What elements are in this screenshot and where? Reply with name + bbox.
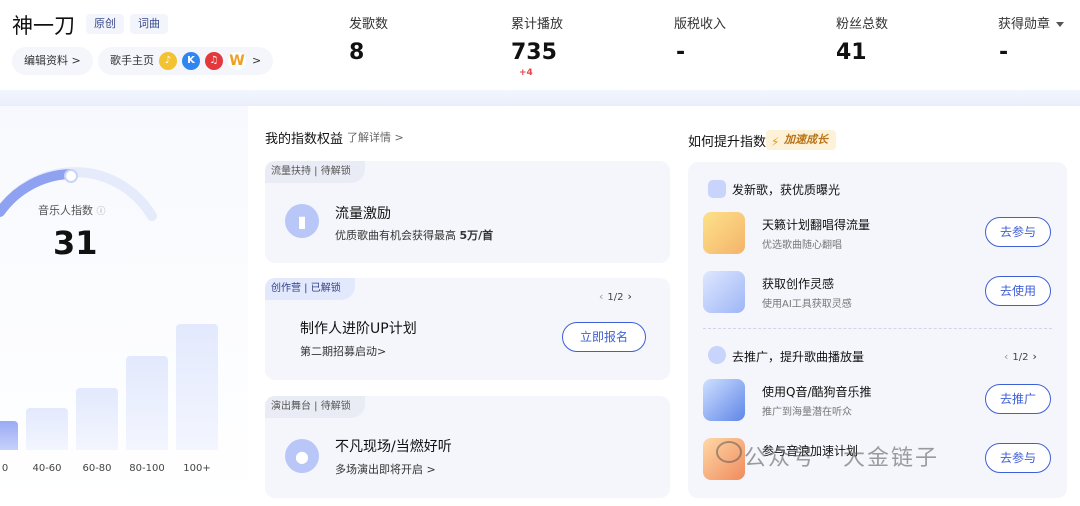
- kugou-icon[interactable]: K: [182, 52, 200, 70]
- lightning-icon: ⚡: [771, 135, 780, 149]
- benefit-card-stage[interactable]: 演出舞台 | 待解锁 ● 不凡现场/当燃好听 多场演出即将开启 >: [265, 396, 670, 498]
- benefit-card-sub[interactable]: 第二期招募启动>: [300, 343, 386, 359]
- benefit-card-sub: 多场演出即将开启 >: [335, 463, 436, 476]
- boost-badge: ⚡ 加速成长: [766, 130, 836, 150]
- watermark: 公众号 · 大金链子: [716, 440, 939, 472]
- index-bar-0: [0, 421, 18, 450]
- stat-medals-dropdown[interactable]: 获得勋章: [998, 13, 1065, 32]
- group-promote-title: 去推广，提升歌曲播放量: [732, 350, 865, 364]
- task-title: 使用Q音/酷狗音乐推: [762, 385, 872, 399]
- stat-plays-value: 735: [511, 40, 557, 65]
- promote-button[interactable]: 去推广: [985, 384, 1051, 414]
- stat-medals-label: 获得勋章: [998, 17, 1051, 32]
- singer-home-links: 歌手主页 ♪ K ♫ W >: [98, 47, 274, 75]
- use-button[interactable]: 去使用: [985, 276, 1051, 306]
- musician-index-panel: 音乐人指数 ⓘ 31 0 40-60 60-80 80-100 100+: [0, 106, 248, 506]
- index-label-wrap: 音乐人指数 ⓘ: [38, 202, 106, 218]
- index-bar-label: 80-100: [129, 463, 165, 474]
- wechat-icon: [716, 441, 742, 463]
- tag-lyrics: 词曲: [130, 14, 168, 34]
- task-sub: 推广到海量潜在听众: [762, 407, 852, 418]
- ai-tool-thumb: [703, 271, 745, 313]
- task-title: 获取创作灵感: [762, 277, 835, 291]
- stat-medals-value: -: [999, 40, 1009, 65]
- task-sub: 使用AI工具获取灵感: [762, 299, 852, 310]
- chevron-right-icon[interactable]: ›: [1033, 350, 1037, 363]
- username: 神一刀: [12, 14, 75, 38]
- index-bar-4: [176, 324, 218, 450]
- index-bar-1: [26, 408, 68, 450]
- benefit-card-title: 不凡现场/当燃好听: [335, 439, 452, 455]
- benefit-card-tag: 演出舞台 | 待解锁: [265, 396, 365, 418]
- chevron-right-icon[interactable]: ›: [628, 290, 632, 303]
- index-bar-label: 100+: [183, 463, 211, 474]
- question-icon[interactable]: ⓘ: [97, 207, 106, 217]
- stat-fans-label: 粉丝总数: [836, 17, 889, 32]
- index-bar-2: [76, 388, 118, 450]
- benefit-card-title: 制作人进阶UP计划: [300, 321, 417, 337]
- stat-songs-value: 8: [349, 40, 365, 65]
- benefit-card-sub: 优质歌曲有机会获得最高 5万/首: [335, 229, 494, 242]
- edit-profile-label: 编辑资料 >: [24, 54, 81, 67]
- benefit-card-tag: 流量扶持 | 待解锁: [265, 161, 365, 183]
- group-new-song-title: 发新歌，获优质曝光: [732, 183, 841, 197]
- stat-royalty-value: -: [676, 40, 686, 65]
- stat-plays-delta: +4: [519, 68, 533, 78]
- task-sub: 优选歌曲随心翻唱: [762, 240, 842, 251]
- chevron-left-icon[interactable]: ‹: [599, 290, 603, 303]
- promote-icon: [708, 346, 726, 364]
- stat-royalty-label: 版税收入: [674, 17, 727, 32]
- cover-thumb: [703, 212, 745, 254]
- benefits-more-link[interactable]: 了解详情 >: [347, 129, 404, 145]
- singer-home-label: 歌手主页: [110, 54, 154, 67]
- index-bar-label: 40-60: [32, 463, 62, 474]
- mic-icon: ●: [285, 439, 319, 473]
- new-song-icon: [708, 180, 726, 198]
- camp-pager: ‹ 1/2 ›: [599, 290, 632, 303]
- index-bar-3: [126, 356, 168, 450]
- index-value: 31: [53, 224, 98, 262]
- qq-music-icon[interactable]: ♪: [159, 52, 177, 70]
- chevron-left-icon[interactable]: ‹: [1004, 350, 1008, 363]
- benefit-card-camp[interactable]: 创作营 | 已解锁 ‹ 1/2 › 制作人进阶UP计划 第二期招募启动> 立即报名: [265, 278, 670, 380]
- stat-songs-label: 发歌数: [349, 17, 389, 32]
- index-gauge: [0, 167, 157, 221]
- header: 神一刀 原创 词曲 编辑资料 > 歌手主页 ♪ K ♫ W > 发歌数 8 累计…: [0, 0, 1080, 96]
- wesing-icon[interactable]: W: [228, 52, 246, 70]
- stat-fans-value: 41: [836, 40, 867, 65]
- benefit-card-tag: 创作营 | 已解锁: [265, 278, 355, 300]
- benefit-card-title: 流量激励: [335, 206, 391, 222]
- benefit-card-traffic[interactable]: 流量扶持 | 待解锁 ▮ 流量激励 优质歌曲有机会获得最高 5万/首: [265, 161, 670, 263]
- benefits-title: 我的指数权益: [265, 132, 344, 147]
- tag-original: 原创: [86, 14, 124, 34]
- header-divider: [0, 90, 1080, 106]
- join-button[interactable]: 去参与: [985, 217, 1051, 247]
- index-label: 音乐人指数: [38, 204, 93, 217]
- promote-thumb: [703, 379, 745, 421]
- divider: [703, 328, 1052, 329]
- chevron-down-icon: [1056, 22, 1065, 27]
- stat-plays-label: 累计播放: [511, 17, 564, 32]
- task-title: 天籁计划翻唱得流量: [762, 218, 871, 232]
- singer-home-arrow[interactable]: >: [252, 47, 261, 75]
- index-bar-label: 60-80: [82, 463, 112, 474]
- kuwo-icon[interactable]: ♫: [205, 52, 223, 70]
- edit-profile-button[interactable]: 编辑资料 >: [12, 47, 93, 75]
- join-button[interactable]: 去参与: [985, 443, 1051, 473]
- chart-bars-icon: ▮: [285, 204, 319, 238]
- promote-pager: ‹ 1/2 ›: [1004, 350, 1037, 363]
- signup-button[interactable]: 立即报名: [562, 322, 646, 352]
- benefits-panel: 我的指数权益 了解详情 > 流量扶持 | 待解锁 ▮ 流量激励 优质歌曲有机会获…: [248, 106, 680, 506]
- improve-title: 如何提升指数: [688, 135, 767, 150]
